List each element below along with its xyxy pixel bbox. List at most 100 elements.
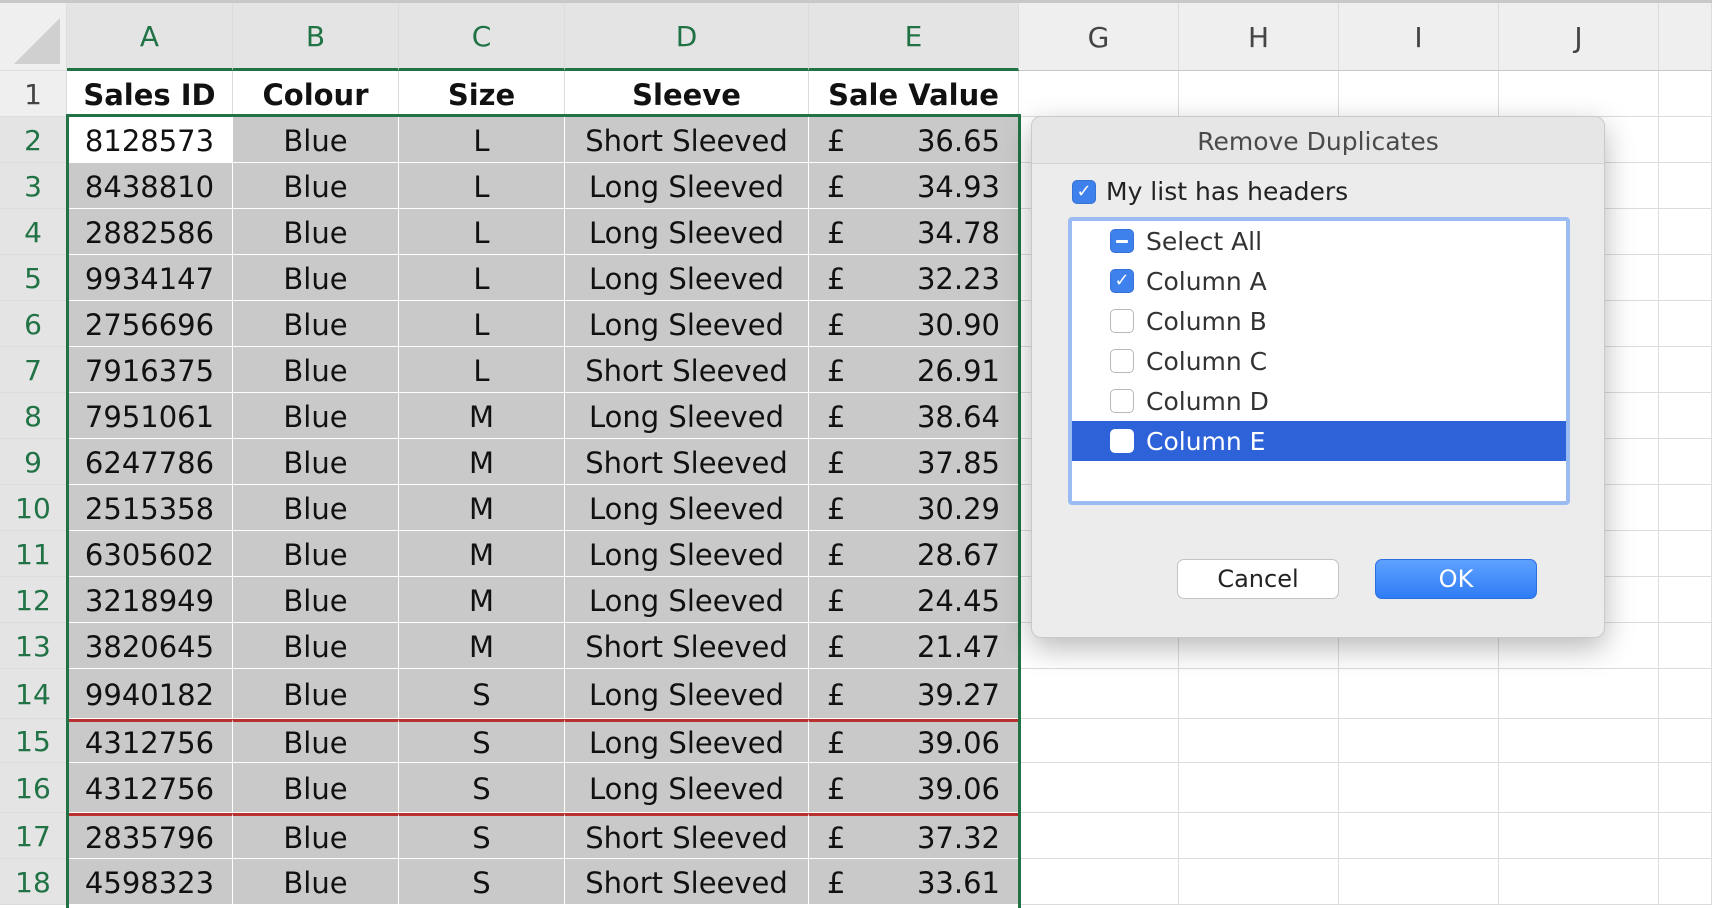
cell-sales-id[interactable]: 7951061 <box>67 393 233 439</box>
empty-cell[interactable] <box>1499 719 1659 763</box>
empty-cell[interactable] <box>1499 859 1659 905</box>
cell-sales-id[interactable]: 3218949 <box>67 577 233 623</box>
column-header-partial[interactable] <box>1659 3 1712 71</box>
cell-sale-value[interactable]: £30.29 <box>809 485 1019 531</box>
cell-sales-id[interactable]: 8128573 <box>67 117 233 163</box>
cell-size[interactable]: M <box>399 623 565 669</box>
cell-colour[interactable]: Blue <box>233 209 399 255</box>
empty-cell[interactable] <box>1659 117 1712 163</box>
empty-cell[interactable] <box>1499 763 1659 813</box>
cell-colour[interactable]: Blue <box>233 813 399 859</box>
empty-cell[interactable] <box>1179 813 1339 859</box>
headers-checkbox-icon[interactable]: ✓ <box>1072 179 1096 204</box>
cell-size[interactable]: L <box>399 163 565 209</box>
cell-colour[interactable]: Blue <box>233 485 399 531</box>
row-header-9[interactable]: 9 <box>0 439 67 485</box>
cell-sleeve[interactable]: Long Sleeved <box>565 669 809 719</box>
cell-size[interactable]: M <box>399 439 565 485</box>
cell-sales-id[interactable]: 2882586 <box>67 209 233 255</box>
cell-sale-value[interactable]: £26.91 <box>809 347 1019 393</box>
cell-sale-value[interactable]: £21.47 <box>809 623 1019 669</box>
checkbox-empty-icon[interactable] <box>1110 349 1134 373</box>
list-item-column-b[interactable]: Column B <box>1072 301 1566 341</box>
column-header-e[interactable]: E <box>809 3 1019 71</box>
cell-colour[interactable]: Blue <box>233 669 399 719</box>
empty-cell[interactable] <box>1179 669 1339 719</box>
cell-size[interactable]: L <box>399 301 565 347</box>
cell-sleeve[interactable]: Long Sleeved <box>565 301 809 347</box>
empty-cell[interactable] <box>1179 719 1339 763</box>
cell-size[interactable]: L <box>399 209 565 255</box>
cell-colour[interactable]: Blue <box>233 393 399 439</box>
column-header-c[interactable]: C <box>399 3 565 71</box>
row-header-5[interactable]: 5 <box>0 255 67 301</box>
list-item-column-a[interactable]: ✓ Column A <box>1072 261 1566 301</box>
checkbox-empty-icon[interactable] <box>1110 429 1134 453</box>
empty-cell[interactable] <box>1179 763 1339 813</box>
header-cell-a[interactable]: Sales ID <box>67 71 233 117</box>
column-header-j[interactable]: J <box>1499 3 1659 71</box>
cell-sale-value[interactable]: £39.27 <box>809 669 1019 719</box>
cell-size[interactable]: S <box>399 813 565 859</box>
cell-sales-id[interactable]: 2515358 <box>67 485 233 531</box>
cell-sleeve[interactable]: Long Sleeved <box>565 719 809 763</box>
cell-colour[interactable]: Blue <box>233 439 399 485</box>
cell-sleeve[interactable]: Short Sleeved <box>565 623 809 669</box>
cell-size[interactable]: L <box>399 347 565 393</box>
cell-sale-value[interactable]: £24.45 <box>809 577 1019 623</box>
empty-cell[interactable] <box>1019 859 1179 905</box>
row-header-3[interactable]: 3 <box>0 163 67 209</box>
cell-colour[interactable]: Blue <box>233 301 399 347</box>
column-header-d[interactable]: D <box>565 3 809 71</box>
select-all-corner[interactable] <box>0 3 67 71</box>
empty-cell[interactable] <box>1019 669 1179 719</box>
cancel-button[interactable]: Cancel <box>1177 559 1339 599</box>
cell-sleeve[interactable]: Long Sleeved <box>565 393 809 439</box>
empty-cell[interactable] <box>1659 209 1712 255</box>
empty-cell[interactable] <box>1659 163 1712 209</box>
cell-sleeve[interactable]: Short Sleeved <box>565 117 809 163</box>
cell-sales-id[interactable]: 2756696 <box>67 301 233 347</box>
row-header-18[interactable]: 18 <box>0 859 67 905</box>
cell-sales-id[interactable]: 4598323 <box>67 859 233 905</box>
cell-sale-value[interactable]: £28.67 <box>809 531 1019 577</box>
empty-cell[interactable] <box>1019 813 1179 859</box>
checkbox-empty-icon[interactable] <box>1110 389 1134 413</box>
cell-sale-value[interactable]: £37.85 <box>809 439 1019 485</box>
cell-colour[interactable]: Blue <box>233 859 399 905</box>
cell-sale-value[interactable]: £38.64 <box>809 393 1019 439</box>
cell-size[interactable]: M <box>399 577 565 623</box>
empty-cell[interactable] <box>1659 439 1712 485</box>
empty-cell[interactable] <box>1659 859 1712 905</box>
my-list-has-headers-option[interactable]: ✓ My list has headers <box>1072 177 1348 206</box>
cell-sleeve[interactable]: Long Sleeved <box>565 577 809 623</box>
cell-sale-value[interactable]: £30.90 <box>809 301 1019 347</box>
cell-colour[interactable]: Blue <box>233 623 399 669</box>
cell-size[interactable]: S <box>399 719 565 763</box>
cell-sleeve[interactable]: Long Sleeved <box>565 531 809 577</box>
cell-size[interactable]: M <box>399 485 565 531</box>
empty-cell[interactable] <box>1659 813 1712 859</box>
row-header-6[interactable]: 6 <box>0 301 67 347</box>
checkbox-checked-icon[interactable]: ✓ <box>1110 269 1134 293</box>
empty-cell[interactable] <box>1659 669 1712 719</box>
row-header-2[interactable]: 2 <box>0 117 67 163</box>
cell-sales-id[interactable]: 4312756 <box>67 719 233 763</box>
cell-size[interactable]: S <box>399 669 565 719</box>
empty-cell[interactable] <box>1659 393 1712 439</box>
cell-sales-id[interactable]: 7916375 <box>67 347 233 393</box>
empty-cell[interactable] <box>1499 813 1659 859</box>
empty-cell[interactable] <box>1659 485 1712 531</box>
empty-cell[interactable] <box>1659 763 1712 813</box>
column-header-g[interactable]: G <box>1019 3 1179 71</box>
cell-sleeve[interactable]: Short Sleeved <box>565 439 809 485</box>
empty-cell[interactable] <box>1499 669 1659 719</box>
cell-size[interactable]: M <box>399 393 565 439</box>
column-header-h[interactable]: H <box>1179 3 1339 71</box>
row-header-8[interactable]: 8 <box>0 393 67 439</box>
empty-cell[interactable] <box>1339 719 1499 763</box>
columns-list[interactable]: Select All ✓ Column A Column B Column C Colum… <box>1068 217 1570 505</box>
cell-colour[interactable]: Blue <box>233 763 399 813</box>
cell-sales-id[interactable]: 4312756 <box>67 763 233 813</box>
row-header-16[interactable]: 16 <box>0 763 67 813</box>
